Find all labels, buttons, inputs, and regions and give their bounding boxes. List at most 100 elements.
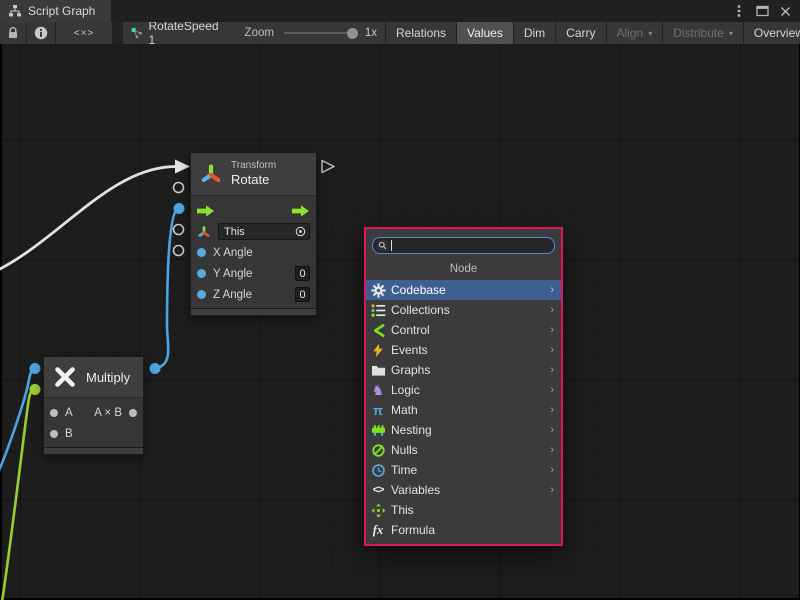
port-dot-xangle[interactable]	[197, 248, 206, 257]
unity-script-graph-window: Script Graph	[0, 0, 800, 600]
zoom-value: 1x	[365, 27, 377, 39]
execution-wire-arrowhead	[175, 160, 190, 174]
finder-item-this[interactable]: This	[366, 500, 561, 520]
clock-icon	[370, 462, 386, 478]
toolbar-button-values[interactable]: Values	[457, 22, 513, 44]
finder-item-label: Nulls	[391, 443, 418, 457]
tab-script-graph[interactable]: Script Graph	[0, 0, 111, 22]
maximize-icon[interactable]	[754, 3, 770, 19]
finder-item-nesting[interactable]: Nesting ›	[366, 420, 561, 440]
tab-title: Script Graph	[28, 4, 95, 18]
gear-icon	[370, 282, 386, 298]
finder-item-events[interactable]: Events ›	[366, 340, 561, 360]
port-dot-b[interactable]	[50, 430, 58, 438]
finder-item-label: Variables	[391, 483, 440, 497]
finder-item-time[interactable]: Time ›	[366, 460, 561, 480]
finder-item-label: Control	[391, 323, 430, 337]
finder-item-graphs[interactable]: Graphs ›	[366, 360, 561, 380]
toolbar-button-distribute[interactable]: Distribute ▾	[663, 22, 743, 44]
finder-item-label: Logic	[391, 383, 420, 397]
unconnected-port-circle-this[interactable]	[174, 183, 184, 193]
lock-icon	[7, 26, 19, 40]
node-title: Multiply	[86, 370, 130, 385]
graph-canvas[interactable]: Transform Rotate	[0, 44, 800, 600]
breadcrumb-graph-name[interactable]: RotateSpeed 1	[148, 22, 218, 44]
wire-endpoint-dot[interactable]	[30, 384, 41, 395]
port-row-b: B	[44, 423, 143, 444]
zoom-slider-track	[284, 32, 353, 34]
multiply-node-header[interactable]: Multiply	[44, 357, 143, 398]
close-icon[interactable]	[777, 3, 793, 19]
node-footer	[44, 447, 143, 454]
node-multiply[interactable]: Multiply A A × B B	[43, 356, 144, 455]
flow-output-arrow-icon[interactable]	[292, 205, 310, 217]
chevron-right-icon: ›	[550, 364, 554, 376]
toolbar-button-align[interactable]: Align ▾	[607, 22, 663, 44]
window-controls	[731, 0, 800, 22]
chess-knight-icon: ♞	[370, 382, 386, 398]
node-category: Transform	[231, 159, 276, 172]
port-dot-yangle[interactable]	[197, 269, 206, 278]
finder-item-nulls[interactable]: Nulls ›	[366, 440, 561, 460]
toolbar-button-relations[interactable]: Relations	[386, 22, 456, 44]
toolbar-button-dim[interactable]: Dim	[514, 22, 555, 44]
port-row-a: A A × B	[44, 402, 143, 423]
wire-endpoint-dot[interactable]	[174, 203, 185, 214]
text-cursor	[391, 240, 392, 251]
finder-item-codebase[interactable]: Codebase ›	[366, 280, 561, 300]
value-wire-into-a	[0, 369, 36, 479]
port-label: A	[65, 407, 73, 419]
null-slash-icon	[370, 442, 386, 458]
folder-icon	[370, 362, 386, 378]
port-dot-zangle[interactable]	[197, 290, 206, 299]
node-transform-rotate[interactable]: Transform Rotate	[190, 152, 317, 316]
finder-list: Codebase › Collections ›	[366, 280, 561, 544]
object-picker-icon[interactable]	[295, 226, 306, 237]
finder-item-label: This	[391, 503, 414, 517]
zoom-label: Zoom	[245, 27, 274, 39]
input-port-row-xangle: X Angle	[191, 242, 316, 263]
finder-item-label: Formula	[391, 523, 435, 537]
multiply-icon	[53, 365, 77, 389]
finder-item-logic[interactable]: ♞ Logic ›	[366, 380, 561, 400]
info-button[interactable]	[27, 22, 55, 44]
flow-port-row	[191, 200, 316, 221]
wire-endpoint-dot[interactable]	[30, 363, 41, 374]
unconnected-port-circle-yangle[interactable]	[174, 225, 184, 235]
transform-axes-icon	[197, 225, 211, 239]
finder-item-control[interactable]: Control ›	[366, 320, 561, 340]
lock-button[interactable]	[0, 22, 26, 44]
this-field-value: This	[224, 226, 245, 238]
search-input[interactable]	[395, 240, 550, 252]
chevron-right-icon: ›	[550, 344, 554, 356]
unconnected-flow-triangle[interactable]	[322, 161, 334, 173]
finder-item-collections[interactable]: Collections ›	[366, 300, 561, 320]
value-input-zangle[interactable]: 0	[295, 287, 310, 302]
flow-input-arrow-icon[interactable]	[197, 205, 215, 217]
finder-item-variables[interactable]: <> Variables ›	[366, 480, 561, 500]
finder-item-formula[interactable]: fx Formula	[366, 520, 561, 540]
kebab-menu-icon[interactable]	[731, 3, 747, 19]
chevron-right-icon: ›	[550, 284, 554, 296]
input-port-row-yangle: Y Angle 0	[191, 263, 316, 284]
machine-icon	[370, 422, 386, 438]
code-view-button[interactable]: <×>	[56, 22, 112, 44]
chevron-right-icon: ›	[550, 304, 554, 316]
info-icon	[34, 26, 48, 40]
port-label: X Angle	[213, 247, 253, 259]
finder-header: Node	[366, 254, 561, 280]
toolbar-button-overview[interactable]: Overview	[744, 22, 800, 44]
finder-item-math[interactable]: π Math ›	[366, 400, 561, 420]
port-dot-result[interactable]	[129, 409, 137, 417]
finder-search-box[interactable]	[372, 237, 555, 254]
port-label: Z Angle	[213, 289, 252, 301]
port-dot-a[interactable]	[50, 409, 58, 417]
rotate-node-header[interactable]: Transform Rotate	[191, 153, 316, 196]
this-object-field[interactable]: This	[218, 223, 310, 240]
search-icon	[377, 240, 388, 251]
wire-endpoint-dot[interactable]	[150, 363, 161, 374]
unconnected-port-circle-zangle[interactable]	[174, 246, 184, 256]
value-input-yangle[interactable]: 0	[295, 266, 310, 281]
toolbar-button-carry[interactable]: Carry	[556, 22, 605, 44]
zoom-slider-handle[interactable]	[347, 28, 358, 39]
